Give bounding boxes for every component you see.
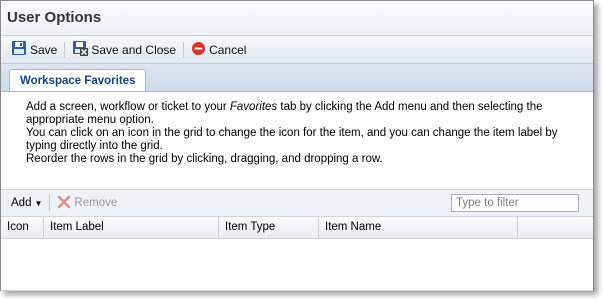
tab-workspace-favorites[interactable]: Workspace Favorites (9, 69, 147, 91)
instruction-line-3: Reorder the rows in the grid by clicking… (26, 153, 383, 165)
instruction-line-1: Add a screen, workflow or ticket to your… (26, 101, 543, 126)
add-label: Add (11, 197, 32, 209)
column-header-filler (518, 217, 593, 238)
save-button[interactable]: Save (7, 39, 61, 61)
dropdown-arrow-icon: ▼ (34, 198, 43, 208)
grid-toolbar: Add ▼ Remove (1, 189, 593, 217)
filter-input[interactable] (451, 194, 579, 212)
remove-button[interactable]: Remove (53, 193, 121, 213)
column-header-item-type[interactable]: Item Type (219, 217, 319, 238)
add-menu-button[interactable]: Add ▼ (7, 193, 46, 213)
floppy-disk-icon (11, 40, 27, 59)
instructions-text: Add a screen, workflow or ticket to your… (1, 92, 593, 174)
cancel-button[interactable]: Cancel (187, 39, 250, 61)
grid-header: Icon Item Label Item Type Item Name (1, 217, 593, 239)
save-and-close-button[interactable]: Save and Close (68, 39, 180, 61)
tab-strip: Workspace Favorites (1, 64, 593, 92)
remove-x-icon (57, 195, 71, 212)
favorites-grid: Icon Item Label Item Type Item Name (1, 217, 593, 291)
toolbar-separator (183, 41, 185, 58)
user-options-window: User Options Save Save and Close Cancel … (0, 0, 594, 291)
toolbar-separator (49, 195, 51, 211)
column-header-icon[interactable]: Icon (1, 217, 44, 238)
cancel-label: Cancel (209, 42, 247, 57)
column-header-item-name[interactable]: Item Name (319, 217, 518, 238)
toolbar-separator (64, 41, 66, 58)
remove-label: Remove (74, 197, 118, 209)
column-header-item-label[interactable]: Item Label (44, 217, 219, 238)
cancel-icon (191, 41, 206, 59)
save-label: Save (30, 42, 58, 57)
window-title: User Options (1, 1, 593, 36)
save-and-close-label: Save and Close (91, 42, 177, 57)
save-and-close-icon (72, 40, 89, 59)
main-toolbar: Save Save and Close Cancel (1, 36, 593, 64)
tab-content: Add a screen, workflow or ticket to your… (1, 92, 593, 291)
instruction-line-2: You can click on an icon in the grid to … (26, 127, 558, 152)
grid-body (1, 239, 593, 291)
